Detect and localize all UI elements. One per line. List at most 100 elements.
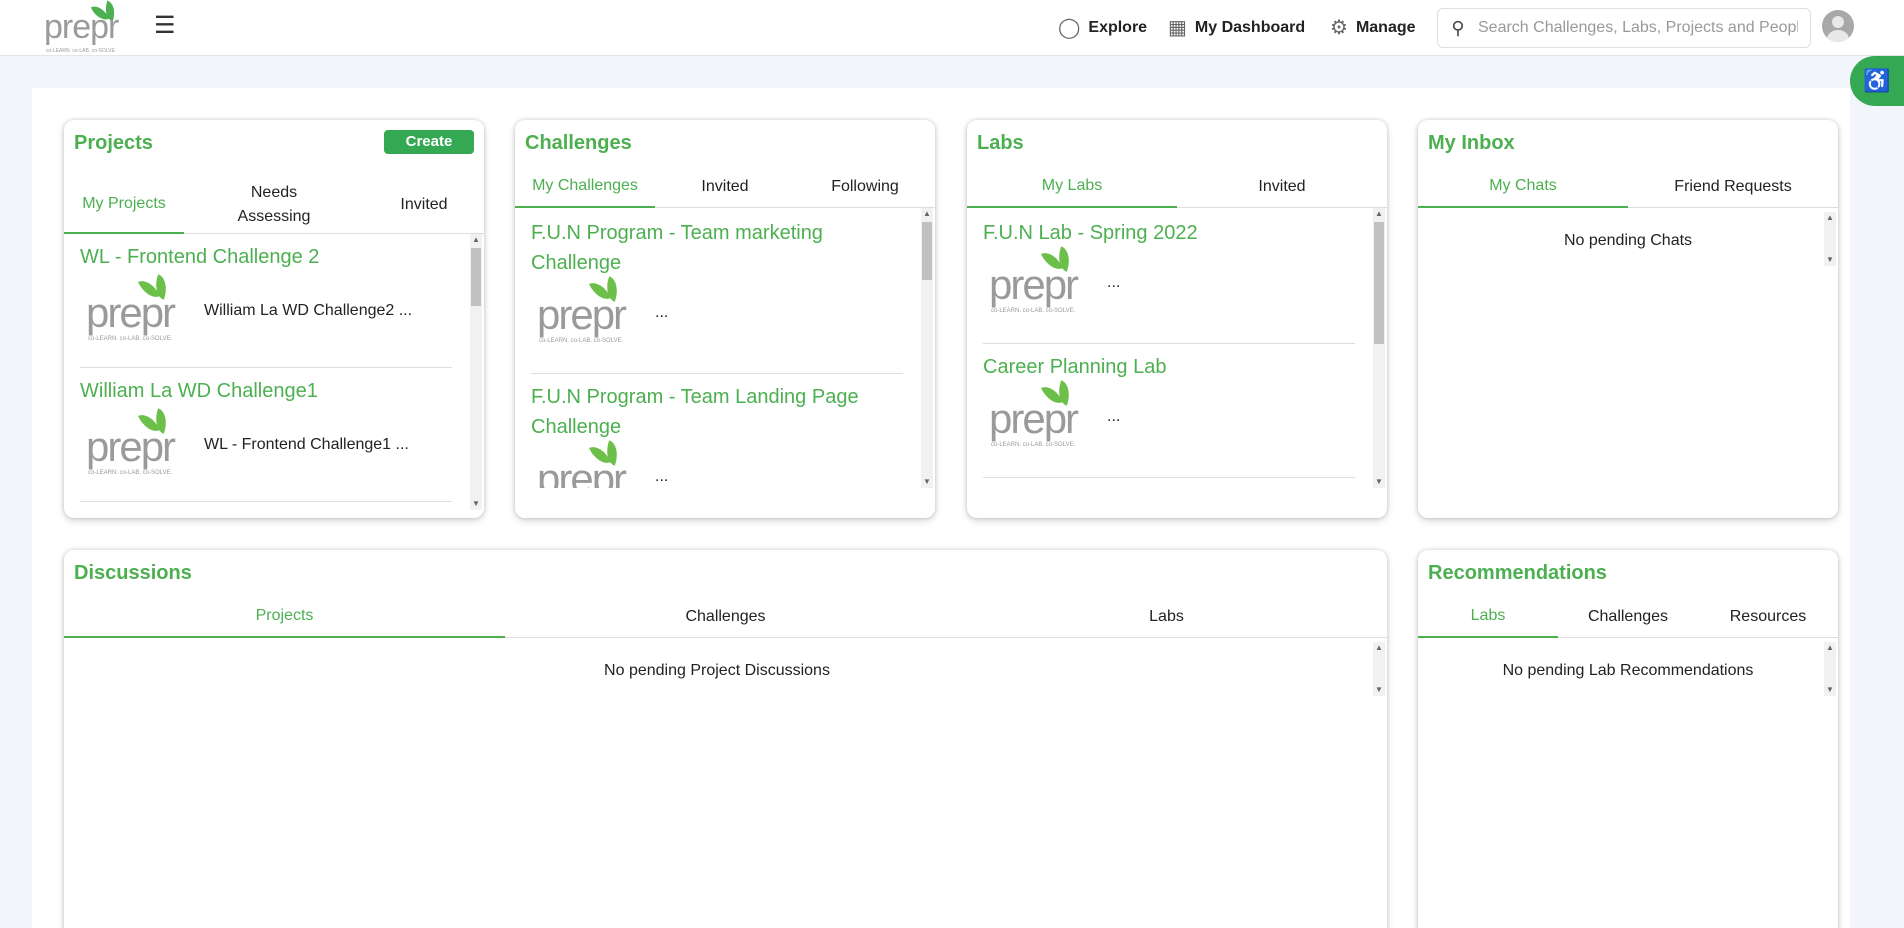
- challenges-scrollbar[interactable]: ▲ ▼: [921, 208, 933, 488]
- labs-card: Labs My Labs Invited F.U.N Lab - Spring …: [967, 120, 1387, 518]
- projects-title: Projects: [74, 132, 153, 154]
- lab-row: prepr co-LEARN. co-LAB. co-SOLVE. ...: [983, 380, 1355, 452]
- scroll-thumb[interactable]: [1374, 222, 1384, 344]
- labs-scrollbar[interactable]: ▲ ▼: [1373, 208, 1385, 488]
- recommendations-scrollbar[interactable]: ▲ ▼: [1824, 642, 1836, 696]
- prepr-logo: prepr co-LEARN. co-LAB. co-SOLVE.: [80, 408, 198, 480]
- scroll-up-icon[interactable]: ▲: [1824, 642, 1836, 654]
- list-item[interactable]: WL - Frontend Challenge 2 prepr co-LEARN…: [80, 242, 452, 368]
- scroll-down-icon[interactable]: ▼: [1373, 476, 1385, 488]
- inbox-scrollbar[interactable]: ▲ ▼: [1824, 212, 1836, 266]
- challenge-row: prepr co-LEARN. co-LAB. co-SOLVE. ...: [531, 276, 903, 348]
- scroll-up-icon[interactable]: ▲: [1373, 642, 1385, 654]
- challenge-row: prepr co-LEARN. co-LAB. co-SOLVE. ...: [531, 440, 903, 488]
- challenge-title[interactable]: F.U.N Program - Team marketing Challenge: [531, 218, 861, 278]
- challenges-list[interactable]: F.U.N Program - Team marketing Challenge…: [515, 208, 935, 488]
- projects-list[interactable]: WL - Frontend Challenge 2 prepr co-LEARN…: [64, 234, 484, 510]
- labs-list[interactable]: F.U.N Lab - Spring 2022 prepr co-LEARN. …: [967, 208, 1387, 488]
- nav-manage-label: Manage: [1355, 19, 1416, 36]
- scroll-down-icon[interactable]: ▼: [470, 498, 482, 510]
- scroll-thumb[interactable]: [471, 248, 481, 306]
- tab-lab-discussions[interactable]: Labs: [946, 596, 1387, 637]
- prepr-logo: prepr co-LEARN. co-LAB. co-SOLVE.: [531, 276, 649, 348]
- tab-following-challenges[interactable]: Following: [795, 166, 935, 207]
- scroll-up-icon[interactable]: ▲: [921, 208, 933, 220]
- tab-invited-labs[interactable]: Invited: [1177, 166, 1387, 207]
- nav-my-dashboard[interactable]: ▦ My Dashboard: [1168, 16, 1305, 40]
- accessibility-button[interactable]: ♿: [1850, 56, 1904, 106]
- avatar-head-shape: [1832, 16, 1844, 28]
- discussions-card: Discussions Projects Challenges Labs No …: [64, 550, 1387, 928]
- tab-my-chats[interactable]: My Chats: [1418, 166, 1628, 208]
- nav-manage[interactable]: ⚙ Manage: [1330, 16, 1416, 40]
- search-input[interactable]: [1478, 19, 1798, 37]
- challenges-tabs: My Challenges Invited Following: [515, 166, 935, 208]
- project-title[interactable]: William La WD Challenge1: [80, 376, 452, 406]
- scroll-thumb[interactable]: [922, 222, 932, 280]
- challenges-card: Challenges My Challenges Invited Followi…: [515, 120, 935, 518]
- projects-scrollbar[interactable]: ▲ ▼: [470, 234, 482, 510]
- prepr-logo: prepr co-LEARN. co-LAB. co-SOLVE.: [983, 380, 1101, 452]
- discussions-scrollbar[interactable]: ▲ ▼: [1373, 642, 1385, 696]
- tab-lab-recommendations[interactable]: Labs: [1418, 596, 1558, 638]
- tab-challenge-recommendations[interactable]: Challenges: [1558, 596, 1698, 637]
- avatar[interactable]: [1822, 10, 1854, 42]
- tab-friend-requests[interactable]: Friend Requests: [1628, 166, 1838, 207]
- prepr-logo: prepr co-LEARN. co-LAB. co-SOLVE.: [80, 274, 198, 346]
- tab-project-discussions[interactable]: Projects: [64, 596, 505, 638]
- challenge-title[interactable]: F.U.N Program - Team Landing Page Challe…: [531, 382, 861, 442]
- lab-description: ...: [1107, 274, 1121, 291]
- tab-invited-projects[interactable]: Invited: [364, 176, 484, 233]
- projects-tabs: My Projects Needs Assessing Invited: [64, 176, 484, 234]
- inbox-empty-message: No pending Chats: [1563, 232, 1693, 249]
- tab-needs-assessing[interactable]: Needs Assessing: [184, 176, 364, 233]
- logo-tagline: co-LEARN. co-LAB. co-SOLVE.: [88, 470, 173, 476]
- hamburger-menu-icon[interactable]: ☰: [154, 14, 176, 38]
- project-title[interactable]: WL - Frontend Challenge 2: [80, 242, 452, 272]
- lab-row: prepr co-LEARN. co-LAB. co-SOLVE. ...: [983, 246, 1355, 318]
- lab-title[interactable]: F.U.N Lab - Spring 2022: [983, 218, 1355, 248]
- scroll-down-icon[interactable]: ▼: [1824, 684, 1836, 696]
- list-item[interactable]: F.U.N Program - Team Landing Page Challe…: [531, 382, 903, 488]
- scroll-up-icon[interactable]: ▲: [1373, 208, 1385, 220]
- list-item[interactable]: F.U.N Lab - Spring 2022 prepr co-LEARN. …: [983, 218, 1355, 344]
- discussions-title: Discussions: [74, 562, 192, 584]
- recommendations-title: Recommendations: [1428, 562, 1607, 584]
- avatar-body-shape: [1827, 30, 1849, 42]
- logo-tagline: co-LEARN. co-LAB. co-SOLVE.: [539, 338, 624, 344]
- scroll-down-icon[interactable]: ▼: [1824, 254, 1836, 266]
- nav-explore[interactable]: ◯ Explore: [1058, 16, 1147, 40]
- binoculars-icon: ◯: [1058, 17, 1081, 39]
- scroll-up-icon[interactable]: ▲: [470, 234, 482, 246]
- gear-icon: ⚙: [1330, 17, 1348, 39]
- tab-invited-challenges[interactable]: Invited: [655, 166, 795, 207]
- challenges-title: Challenges: [525, 132, 632, 154]
- scroll-down-icon[interactable]: ▼: [1373, 684, 1385, 696]
- scroll-down-icon[interactable]: ▼: [921, 476, 933, 488]
- tab-challenge-discussions[interactable]: Challenges: [505, 596, 946, 637]
- labs-title: Labs: [977, 132, 1024, 154]
- lab-title[interactable]: Career Planning Lab: [983, 352, 1355, 382]
- logo-tagline: co-LEARN. co-LAB. co-SOLVE.: [991, 308, 1076, 314]
- tab-my-challenges[interactable]: My Challenges: [515, 166, 655, 208]
- logo-text: prepr: [989, 395, 1079, 442]
- challenge-description: ...: [655, 468, 669, 485]
- list-item[interactable]: F.U.N Program - Team marketing Challenge…: [531, 218, 903, 374]
- accessibility-icon: ♿: [1863, 68, 1891, 93]
- prepr-logo: prepr co-LEARN. co-LAB. co-SOLVE.: [983, 246, 1101, 318]
- list-item[interactable]: Career Planning Lab prepr co-LEARN. co-L…: [983, 352, 1355, 478]
- tab-resource-recommendations[interactable]: Resources: [1698, 596, 1838, 637]
- logo-text: prepr: [537, 291, 627, 338]
- list-item[interactable]: William La WD Challenge1 prepr co-LEARN.…: [80, 376, 452, 502]
- lab-description: ...: [1107, 408, 1121, 425]
- inbox-card: My Inbox My Chats Friend Requests No pen…: [1418, 120, 1838, 518]
- tab-my-labs[interactable]: My Labs: [967, 166, 1177, 208]
- project-row: prepr co-LEARN. co-LAB. co-SOLVE. Willia…: [80, 274, 452, 346]
- discussions-tabs: Projects Challenges Labs: [64, 596, 1387, 638]
- create-project-button[interactable]: Create: [384, 130, 474, 154]
- prepr-logo[interactable]: prepr co-LEARN. co-LAB. co-SOLVE.: [44, 0, 144, 54]
- logo-tagline: co-LEARN. co-LAB. co-SOLVE.: [88, 336, 173, 342]
- scroll-up-icon[interactable]: ▲: [1824, 212, 1836, 224]
- projects-card: Projects Create My Projects Needs Assess…: [64, 120, 484, 518]
- tab-my-projects[interactable]: My Projects: [64, 176, 184, 234]
